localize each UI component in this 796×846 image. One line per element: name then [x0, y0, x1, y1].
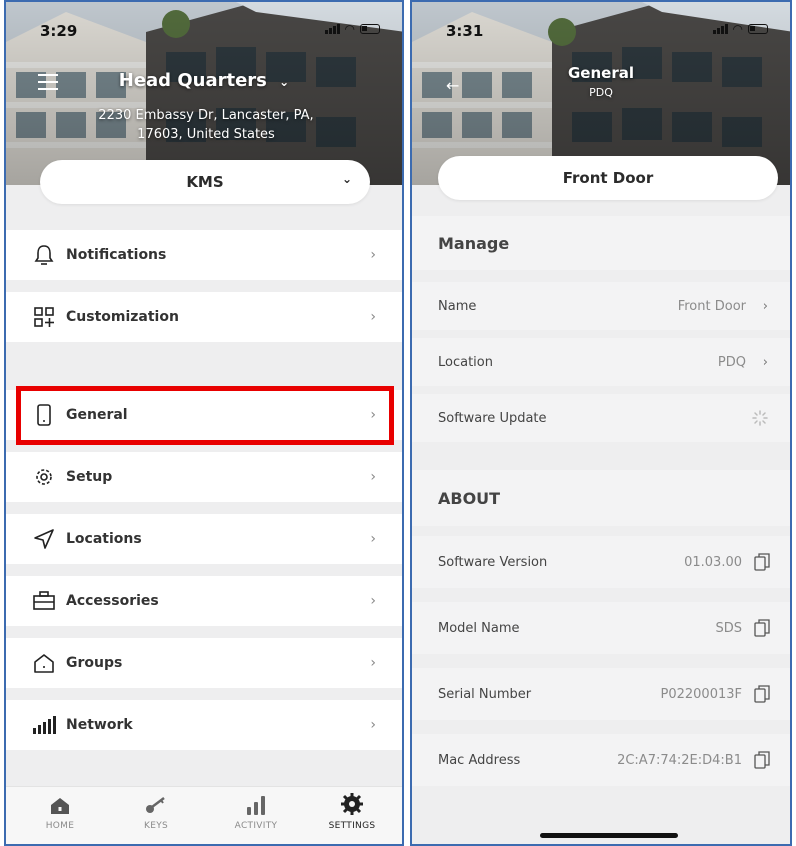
row-value: P02200013F — [660, 686, 743, 702]
row-label: Serial Number — [438, 686, 532, 702]
chevron-right-icon: › — [370, 593, 376, 609]
tab-label: SETTINGS — [328, 821, 376, 831]
menu-item-notifications[interactable]: Notifications › — [6, 230, 402, 280]
tab-keys[interactable]: KEYS — [116, 793, 196, 831]
row-name[interactable]: Name Front Door › — [412, 282, 790, 330]
site-selector[interactable]: Head Quarters ⌄ — [6, 70, 402, 91]
tab-activity[interactable]: ACTIVITY — [216, 793, 296, 831]
location-arrow-icon — [32, 527, 56, 551]
row-label: Location — [438, 354, 493, 370]
menu-item-label: Accessories — [66, 593, 159, 609]
chevron-right-icon: › — [370, 469, 376, 485]
key-icon — [116, 793, 196, 815]
status-bar-icons: ◠ — [324, 22, 380, 36]
toolbox-icon — [32, 589, 56, 613]
row-value: 01.03.00 — [684, 554, 742, 570]
menu-item-label: Setup — [66, 469, 113, 485]
tab-label: HOME — [45, 821, 75, 831]
row-software-update[interactable]: Software Update — [412, 394, 790, 442]
section-title-about: ABOUT — [412, 470, 790, 526]
page-subtitle: PDQ — [589, 86, 613, 99]
menu-item-customization[interactable]: Customization › — [6, 292, 402, 342]
menu-item-label: Groups — [66, 655, 123, 671]
status-bar-time: 3:29 — [40, 22, 78, 40]
signal-bars-icon — [32, 713, 56, 737]
wifi-icon: ◠ — [344, 22, 355, 36]
row-label: Name — [438, 298, 477, 314]
cellular-signal-icon — [712, 24, 728, 34]
copy-icon[interactable] — [754, 619, 770, 641]
chevron-right-icon: › — [370, 247, 376, 263]
tab-home[interactable]: HOME — [20, 793, 100, 831]
copy-icon[interactable] — [754, 553, 770, 575]
organization-name: KMS — [186, 173, 224, 191]
copy-icon[interactable] — [754, 685, 770, 707]
section-title-manage: Manage — [412, 216, 790, 270]
device-selector[interactable]: Front Door — [438, 156, 778, 200]
home-indicator — [540, 833, 678, 838]
highlight-box — [16, 386, 394, 445]
activity-bars-icon — [216, 793, 296, 815]
chevron-down-icon: ⌄ — [341, 172, 352, 186]
tab-label: ACTIVITY — [234, 821, 278, 831]
page-title: General — [568, 64, 634, 82]
home-icon — [20, 793, 100, 815]
row-label: Model Name — [438, 620, 520, 636]
menu-item-label: Notifications — [66, 247, 167, 263]
house-outline-icon — [32, 651, 56, 675]
address-line-1: 2230 Embassy Dr, Lancaster, PA, — [98, 108, 314, 123]
menu-item-label: Customization — [66, 309, 179, 325]
organization-selector[interactable]: KMS ⌄ — [40, 160, 370, 204]
device-name: Front Door — [562, 169, 654, 187]
bell-icon — [32, 243, 56, 267]
chevron-right-icon: › — [370, 309, 376, 325]
address-line-2: 17603, United States — [137, 127, 275, 142]
chevron-right-icon: › — [370, 655, 376, 671]
tab-settings[interactable]: SETTINGS — [312, 793, 392, 831]
device-general-screen: 3:31 ◠ ← General PDQ Front Door Manage N… — [410, 0, 792, 846]
menu-item-label: Locations — [66, 531, 142, 547]
row-label: Software Update — [438, 410, 547, 426]
wifi-icon: ◠ — [732, 22, 743, 36]
menu-item-groups[interactable]: Groups › — [6, 638, 402, 688]
menu-item-accessories[interactable]: Accessories › — [6, 576, 402, 626]
settings-gear-icon — [312, 793, 392, 815]
chevron-right-icon: › — [370, 531, 376, 547]
menu-item-label: Network — [66, 717, 133, 733]
settings-screen: 3:29 ◠ Head Quarters ⌄ 2230 Embassy Dr, … — [4, 0, 404, 846]
row-software-version: Software Version 01.03.00 — [412, 536, 790, 588]
bottom-tab-bar: HOME KEYS ACTIVITY SETTINGS — [6, 786, 402, 844]
menu-item-network[interactable]: Network › — [6, 700, 402, 750]
row-value: 2C:A7:74:2E:D4:B1 — [617, 752, 742, 768]
row-serial-number: Serial Number P02200013F — [412, 668, 790, 720]
menu-item-locations[interactable]: Locations › — [6, 514, 402, 564]
row-mac-address: Mac Address 2C:A7:74:2E:D4:B1 — [412, 734, 790, 786]
status-bar-icons: ◠ — [712, 22, 768, 36]
chevron-right-icon: › — [762, 354, 768, 370]
chevron-down-icon: ⌄ — [279, 75, 290, 89]
loading-spinner-icon — [752, 410, 768, 430]
cellular-signal-icon — [324, 24, 340, 34]
chevron-right-icon: › — [370, 717, 376, 733]
copy-icon[interactable] — [754, 751, 770, 773]
battery-icon — [360, 24, 380, 34]
row-model-name: Model Name SDS — [412, 602, 790, 654]
tab-label: KEYS — [144, 821, 168, 831]
row-location[interactable]: Location PDQ › — [412, 338, 790, 386]
customize-grid-icon — [32, 305, 56, 329]
row-value: Front Door — [677, 298, 746, 314]
status-bar-time: 3:31 — [446, 22, 484, 40]
row-value: PDQ — [717, 354, 746, 370]
site-title: Head Quarters — [118, 70, 267, 91]
row-label: Software Version — [438, 554, 548, 570]
row-label: Mac Address — [438, 752, 521, 768]
row-value: SDS — [715, 620, 742, 636]
chevron-right-icon: › — [762, 298, 768, 314]
menu-item-setup[interactable]: Setup › — [6, 452, 402, 502]
site-address: 2230 Embassy Dr, Lancaster, PA, 17603, U… — [76, 106, 336, 144]
gear-icon — [32, 465, 56, 489]
battery-icon — [748, 24, 768, 34]
